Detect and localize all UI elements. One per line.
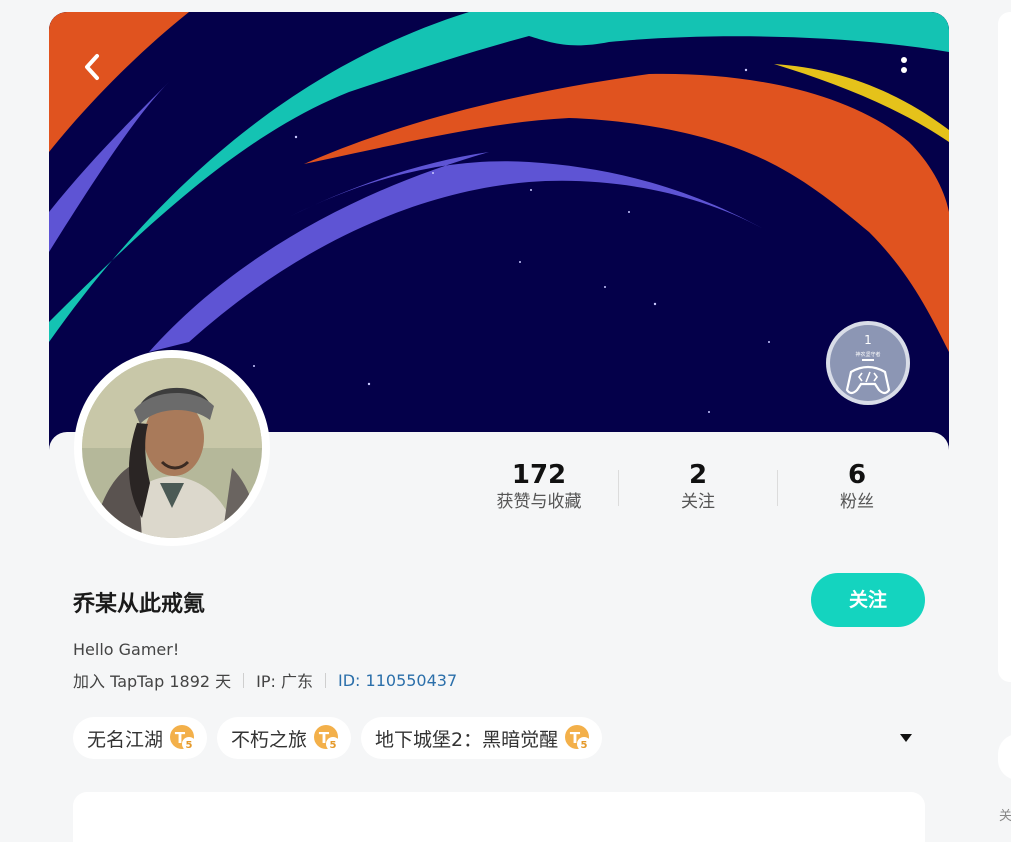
stat-following[interactable]: 2 关注 xyxy=(618,460,778,514)
meta-divider xyxy=(243,672,245,688)
svg-text:5: 5 xyxy=(581,740,588,751)
svg-text:5: 5 xyxy=(186,740,193,751)
avatar-image xyxy=(82,358,262,538)
side-button[interactable] xyxy=(998,734,1011,780)
game-tag-name: 无名江湖 xyxy=(87,728,164,751)
stat-likes-value: 172 xyxy=(511,460,567,490)
ip-location: IP: 广东 xyxy=(256,672,314,691)
tap-level-icon: T 5 xyxy=(314,725,341,751)
game-tag[interactable]: 地下城堡2：黑暗觉醒 T 5 xyxy=(361,717,603,759)
game-tag[interactable]: 不朽之旅 T 5 xyxy=(217,717,352,759)
back-button[interactable] xyxy=(79,50,109,84)
svg-text:5: 5 xyxy=(330,740,337,751)
join-days: 加入 TapTap 1892 天 xyxy=(73,672,232,691)
game-tag-name: 不朽之旅 xyxy=(231,728,308,751)
stat-following-value: 2 xyxy=(688,460,708,490)
meta-divider xyxy=(325,672,327,688)
user-id[interactable]: ID: 110550437 xyxy=(338,671,457,690)
caret-down-icon xyxy=(900,734,912,742)
stat-followers-value: 6 xyxy=(847,460,867,490)
more-button[interactable] xyxy=(895,52,913,82)
stat-following-label: 关注 xyxy=(681,492,715,512)
bio-text: Hello Gamer! xyxy=(73,640,180,659)
level-badge[interactable]: 1 神农坚守者 xyxy=(825,320,911,406)
game-tag-name: 地下城堡2：黑暗觉醒 xyxy=(375,728,559,751)
follow-button[interactable]: 关注 xyxy=(811,573,925,627)
side-panel xyxy=(998,12,1011,682)
chevron-left-icon xyxy=(85,54,99,80)
tap-level-icon: T 5 xyxy=(565,725,592,751)
profile-card: 1 神农坚守者 172 获赞与收藏 2 关注 6 粉丝 乔某从此戒氪 关注 He… xyxy=(49,12,949,842)
avatar[interactable] xyxy=(82,358,262,538)
stat-followers[interactable]: 6 粉丝 xyxy=(777,460,937,514)
profile-meta: 加入 TapTap 1892 天 IP: 广东 ID: 110550437 xyxy=(73,668,457,692)
tap-level-icon: T 5 xyxy=(170,725,197,751)
stats-bar: 172 获赞与收藏 2 关注 6 粉丝 xyxy=(459,460,929,520)
side-text: 关 xyxy=(999,809,1011,824)
more-vertical-icon xyxy=(901,57,907,73)
stat-likes-label: 获赞与收藏 xyxy=(496,492,582,512)
level-badge-number: 1 xyxy=(864,333,872,347)
game-tags: 无名江湖 T 5 不朽之旅 T 5 地下城堡2：黑暗觉醒 T 5 xyxy=(73,717,612,759)
username: 乔某从此戒氪 xyxy=(73,592,206,617)
level-badge-caption: 神农坚守者 xyxy=(855,351,880,358)
level-badge-graphic: 1 神农坚守者 xyxy=(826,321,910,405)
expand-tags-button[interactable] xyxy=(897,730,915,746)
stat-likes[interactable]: 172 获赞与收藏 xyxy=(459,460,619,514)
game-tag[interactable]: 无名江湖 T 5 xyxy=(73,717,208,759)
content-card xyxy=(73,792,925,842)
stat-followers-label: 粉丝 xyxy=(840,492,874,512)
